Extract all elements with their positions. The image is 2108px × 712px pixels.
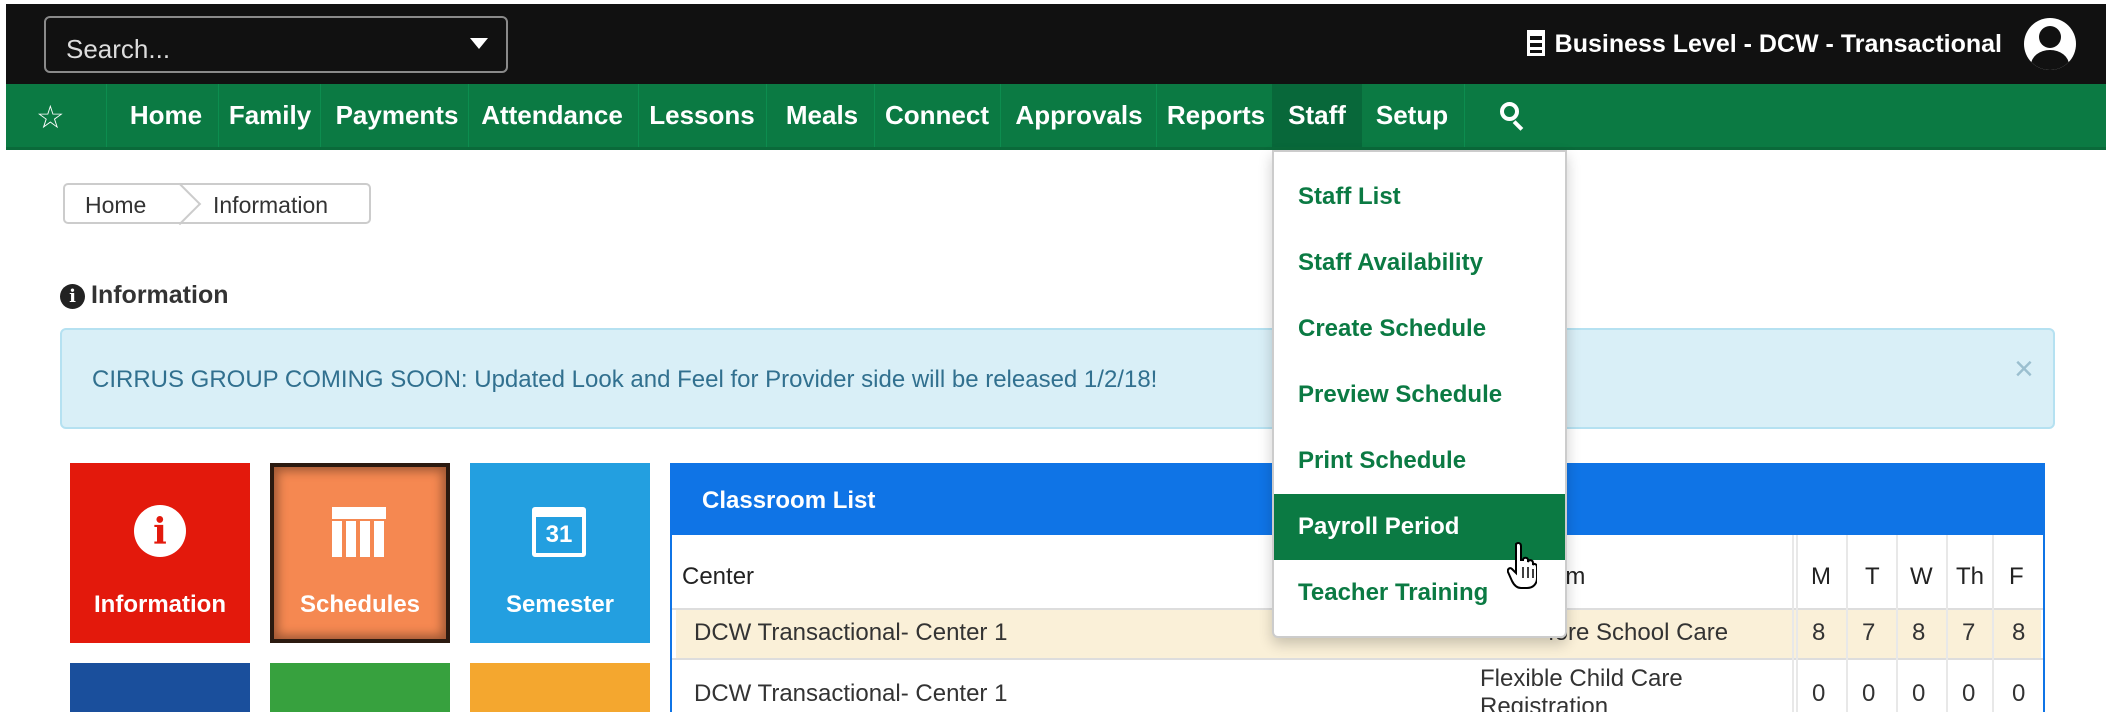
tile-partial[interactable]: [270, 663, 450, 712]
nav-divider: [1156, 84, 1157, 147]
column-header-th[interactable]: Th: [1956, 563, 1984, 591]
cell-day: 8: [1912, 619, 1926, 646]
menu-item-create-schedule[interactable]: Create Schedule: [1274, 296, 1565, 362]
avatar-body: [2031, 50, 2069, 70]
column-header-w[interactable]: W: [1910, 563, 1933, 591]
column-divider: [1946, 535, 1948, 712]
announcement-alert: CIRRUS GROUP COMING SOON: Updated Look a…: [60, 328, 2055, 429]
menu-item-staff-list[interactable]: Staff List: [1274, 164, 1565, 230]
calendar-icon: 31: [532, 507, 586, 557]
nav-approvals[interactable]: Approvals: [1004, 84, 1154, 147]
nav-divider: [1464, 84, 1465, 147]
nav-divider: [1000, 84, 1001, 147]
star-icon[interactable]: ☆: [36, 98, 65, 136]
nav-attendance[interactable]: Attendance: [472, 84, 632, 147]
alert-text: CIRRUS GROUP COMING SOON: Updated Look a…: [92, 366, 1158, 393]
column-divider: [1792, 535, 1794, 712]
nav-divider: [638, 84, 639, 147]
menu-item-staff-availability[interactable]: Staff Availability: [1274, 230, 1565, 296]
breadcrumb-separator: [158, 182, 202, 226]
cell-classroom[interactable]: Flexible Child Care: [1480, 665, 1683, 693]
top-bar: Search... Business Level - DCW - Transac…: [6, 4, 2106, 84]
breadcrumb-home[interactable]: Home: [85, 192, 146, 219]
cell-day: 0: [2012, 680, 2026, 707]
cell-day: 8: [1812, 619, 1826, 646]
tile-information[interactable]: i Information: [70, 463, 250, 643]
nav-staff[interactable]: Staff: [1272, 84, 1362, 147]
tile-semester[interactable]: 31 Semester: [470, 463, 650, 643]
column-header-f[interactable]: F: [2009, 563, 2024, 591]
menu-item-print-schedule[interactable]: Print Schedule: [1274, 428, 1565, 494]
breadcrumb: Home Information: [63, 182, 371, 226]
user-avatar-icon[interactable]: [2024, 18, 2076, 70]
tile-partial[interactable]: [70, 663, 250, 712]
nav-divider: [320, 84, 321, 147]
hand-pointer-icon: [1507, 542, 1537, 589]
cell-day: 0: [1912, 680, 1926, 707]
avatar-head: [2039, 26, 2061, 48]
business-level-text: Business Level - DCW - Transactional: [1554, 30, 2002, 58]
nav-payments[interactable]: Payments: [328, 84, 466, 147]
calendar-icon: [332, 507, 386, 557]
column-divider: [1992, 535, 1994, 712]
tile-label: Schedules: [299, 591, 421, 618]
search-icon-lens: [1500, 102, 1519, 121]
building-icon: [1526, 30, 1545, 56]
column-header-center[interactable]: Center: [682, 563, 754, 591]
cell-day: 7: [1862, 619, 1876, 646]
column-header-t[interactable]: T: [1865, 563, 1880, 591]
page-title: i Information: [60, 281, 229, 310]
nav-divider: [874, 84, 875, 147]
cell-center[interactable]: DCW Transactional- Center 1: [694, 619, 1007, 647]
nav-connect[interactable]: Connect: [876, 84, 998, 147]
main-nav: ☆ Home Family Payments Attendance Lesson…: [6, 84, 2106, 150]
cell-classroom[interactable]: fore School Care: [1548, 619, 1728, 647]
column-header-m[interactable]: M: [1811, 563, 1831, 591]
nav-divider: [106, 84, 107, 147]
business-level-label[interactable]: Business Level - DCW - Transactional: [1526, 30, 2002, 59]
nav-divider: [766, 84, 767, 147]
info-icon: i: [134, 505, 186, 557]
nav-divider: [468, 84, 469, 147]
cell-day: 7: [1962, 619, 1976, 646]
search-placeholder: Search...: [66, 34, 171, 64]
nav-meals[interactable]: Meals: [770, 84, 874, 147]
close-icon[interactable]: ×: [2014, 350, 2034, 389]
nav-reports[interactable]: Reports: [1160, 84, 1272, 147]
tile-label: Semester: [505, 591, 615, 618]
page-title-text: Information: [91, 281, 229, 309]
cell-day: 0: [1812, 680, 1826, 707]
cell-center[interactable]: DCW Transactional- Center 1: [694, 680, 1007, 708]
cell-day: 8: [2012, 619, 2026, 646]
search-icon[interactable]: [1500, 102, 1526, 131]
column-divider: [1896, 535, 1898, 712]
nav-setup[interactable]: Setup: [1362, 84, 1462, 147]
tile-schedules[interactable]: Schedules: [270, 463, 450, 643]
caret-down-icon[interactable]: [470, 38, 488, 49]
calendar-icon-grid: [332, 521, 386, 557]
menu-item-preview-schedule[interactable]: Preview Schedule: [1274, 362, 1565, 428]
calendar-icon-header: [332, 507, 386, 519]
nav-home[interactable]: Home: [116, 84, 216, 147]
tile-label: Information: [94, 591, 226, 618]
cell-classroom[interactable]: Registration: [1480, 693, 1608, 712]
column-divider: [1846, 535, 1848, 712]
tile-partial[interactable]: [470, 663, 650, 712]
column-divider: [1796, 535, 1798, 712]
nav-divider: [218, 84, 219, 147]
search-icon-handle: [1512, 120, 1524, 131]
global-search-select[interactable]: Search...: [44, 16, 508, 73]
cell-day: 0: [1862, 680, 1876, 707]
breadcrumb-current: Information: [213, 192, 329, 218]
cell-day: 0: [1962, 680, 1976, 707]
info-icon: i: [60, 284, 85, 309]
nav-lessons[interactable]: Lessons: [642, 84, 762, 147]
row-divider: [672, 658, 2043, 660]
nav-family[interactable]: Family: [220, 84, 320, 147]
